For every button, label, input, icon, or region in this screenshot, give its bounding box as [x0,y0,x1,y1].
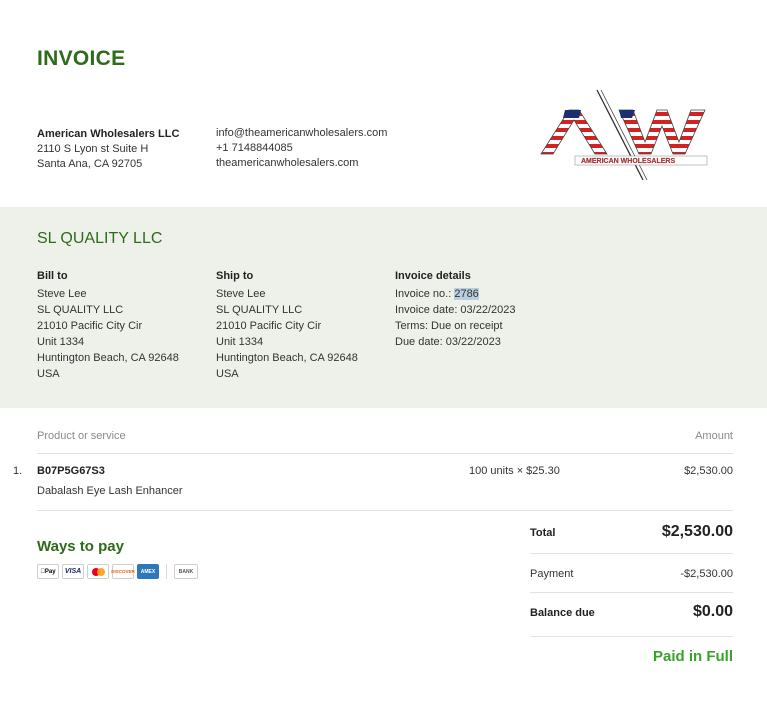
ship-to-line: 21010 Pacific City Cir [216,320,322,332]
amex-icon: AMEX [137,564,159,579]
line-item-quantity: 100 units × $25.30 [469,465,560,477]
company-email[interactable]: info@theamericanwholesalers.com [216,126,387,141]
invoice-details-block: Invoice details Invoice no.: 2786 Invoic… [395,268,515,350]
invoice-number[interactable]: 2786 [454,288,479,300]
invoice-title: INVOICE [37,47,126,70]
mastercard-icon [87,564,109,579]
header-divider [37,453,733,454]
payment-label: Payment [530,568,574,580]
invoice-date: Invoice date: 03/22/2023 [395,304,516,316]
invoice-terms: Terms: Due on receipt [395,320,503,332]
ship-to-line: Huntington Beach, CA 92648 [216,352,358,364]
logo-image: AMERICAN WHOLESALERS [540,89,708,181]
ship-to-line: Steve Lee [216,288,266,300]
bill-to-line: Steve Lee [37,288,87,300]
bill-to-block: Bill to Steve Lee SL QUALITY LLC 21010 P… [37,268,179,382]
company-address-line1: 2110 S Lyon st Suite H [37,143,149,155]
balance-due-value: $0.00 [692,603,733,620]
summary-divider [530,592,733,593]
invoice-number-row: Invoice no.: 2786 [395,286,515,302]
apple-pay-icon: Pay [37,564,59,579]
ship-to-heading: Ship to [216,270,254,282]
invoice-details-heading: Invoice details [395,270,471,282]
ways-to-pay-heading: Ways to pay [37,538,124,555]
column-header-amount: Amount [695,430,733,442]
company-contact: info@theamericanwholesalers.com +1 71488… [216,126,387,171]
column-header-product: Product or service [37,430,126,442]
total-label: Total [530,527,556,539]
payment-divider [166,564,167,579]
customer-name: SL QUALITY LLC [37,230,163,247]
invoice-due-date: Due date: 03/22/2023 [395,336,501,348]
line-item-sku: B07P5G67S3 [37,465,105,477]
summary-divider [530,636,733,637]
bill-to-line: Unit 1334 [37,336,85,348]
line-item-number: 1. [13,465,23,477]
company-block: American Wholesalers LLC 2110 S Lyon st … [37,127,179,172]
bill-to-line: 21010 Pacific City Cir [37,320,143,332]
discover-icon: DISCOVER [111,564,135,579]
payment-methods: Pay VISA DISCOVER AMEX BANK [37,564,198,579]
bill-to-line: Huntington Beach, CA 92648 [37,352,179,364]
logo-text: AMERICAN WHOLESALERS [581,158,675,165]
ship-to-block: Ship to Steve Lee SL QUALITY LLC 21010 P… [216,268,358,382]
payment-value: -$2,530.00 [680,568,733,580]
summary-divider [530,553,733,554]
company-name: American Wholesalers LLC [37,128,180,140]
balance-due-label: Balance due [530,607,595,619]
paid-status: Paid in Full [652,648,733,665]
line-item-description: Dabalash Eye Lash Enhancer [37,485,183,497]
bill-to-line: SL QUALITY LLC [37,304,124,316]
visa-icon: VISA [62,564,84,579]
total-value: $2,530.00 [661,523,733,540]
line-item-amount: $2,530.00 [684,465,733,477]
bill-to-heading: Bill to [37,270,68,282]
invoice-number-label: Invoice no.: [395,288,455,300]
bank-icon: BANK [174,564,198,579]
ship-to-line: SL QUALITY LLC [216,304,303,316]
company-website[interactable]: theamericanwholesalers.com [216,156,387,171]
ship-to-line: Unit 1334 [216,336,264,348]
bill-to-line: USA [37,368,60,380]
company-logo: AMERICAN WHOLESALERS [535,88,720,183]
company-phone: +1 7148844085 [216,142,293,154]
ship-to-line: USA [216,368,239,380]
company-address-line2: Santa Ana, CA 92705 [37,158,143,170]
items-divider [37,510,733,511]
